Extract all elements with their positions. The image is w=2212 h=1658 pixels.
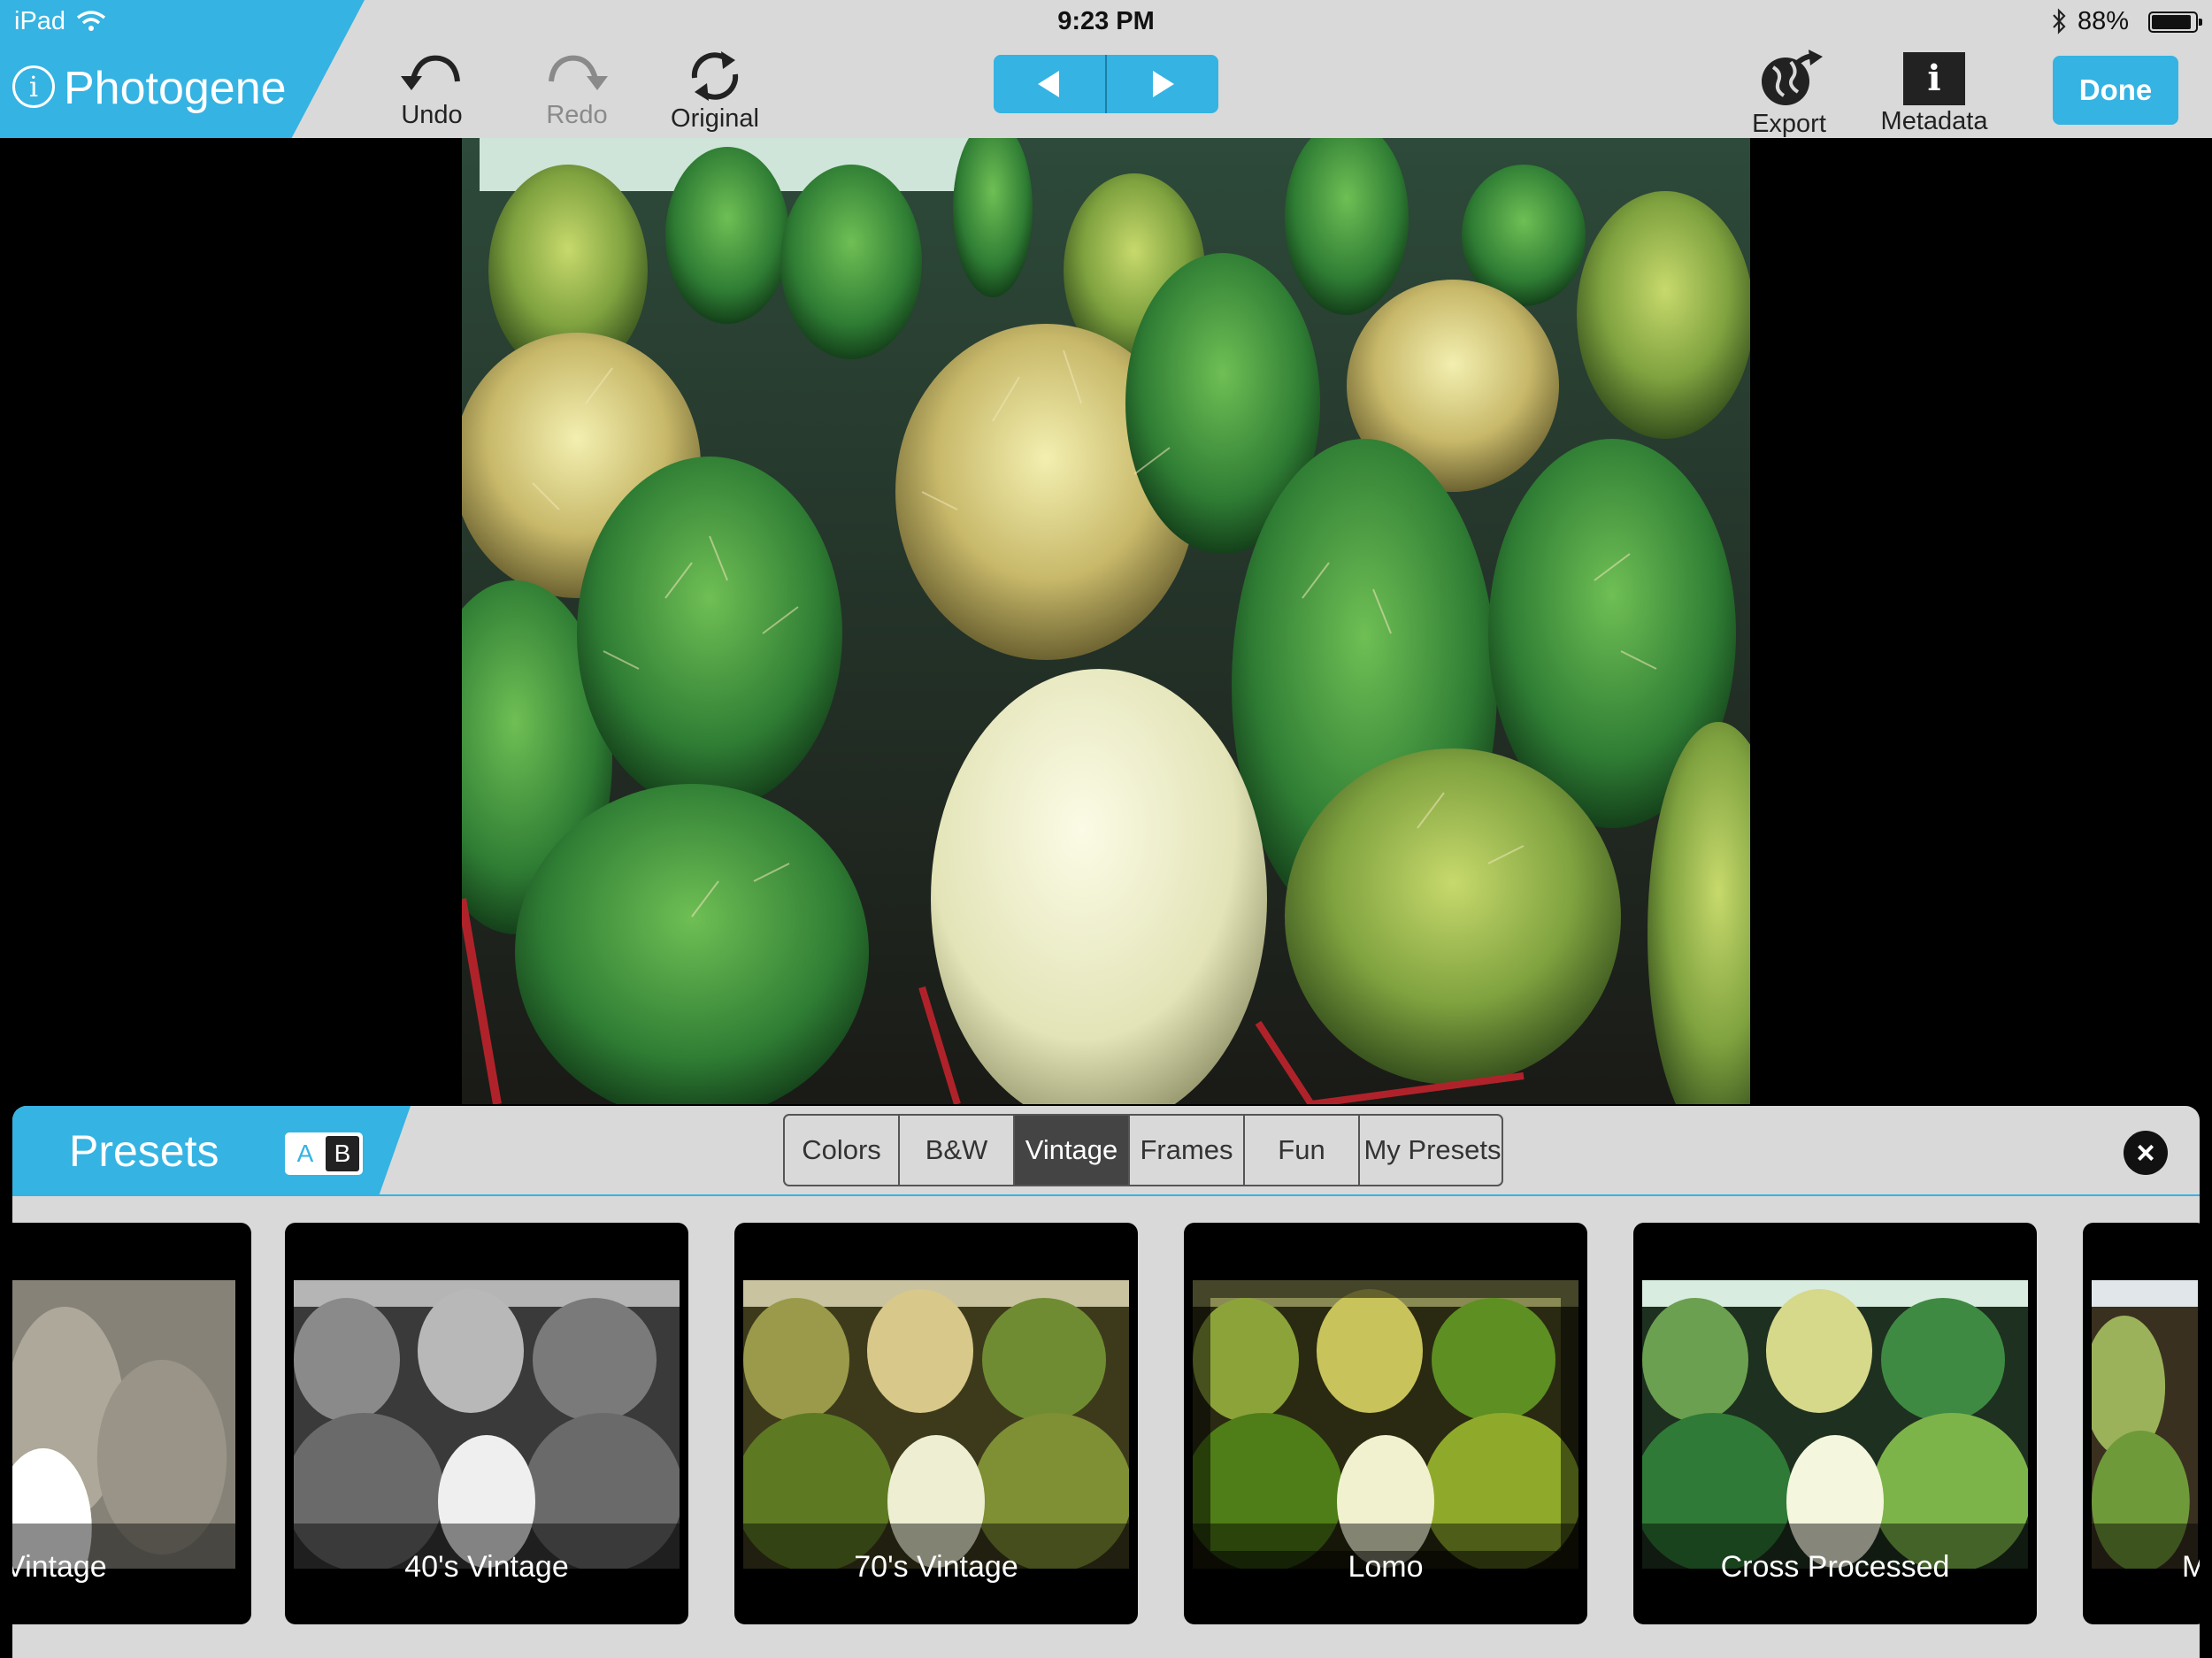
preset-thumbnail[interactable]: Cross Processed [1633, 1223, 2037, 1624]
preset-label: 40's Vintage [404, 1550, 569, 1584]
metadata-button[interactable]: i Metadata [1867, 50, 2001, 136]
bluetooth-icon [2053, 8, 2066, 35]
tab-bw[interactable]: B&W [900, 1116, 1015, 1185]
tab-frames[interactable]: Frames [1130, 1116, 1245, 1185]
ab-compare-toggle[interactable]: A B [285, 1132, 363, 1175]
status-bar: iPad 9:23 PM 88% [0, 0, 2212, 44]
undo-label: Undo [401, 101, 463, 129]
battery-icon [2148, 12, 2202, 33]
close-icon[interactable]: × [2124, 1131, 2168, 1175]
redo-button[interactable]: Redo [534, 50, 619, 130]
tab-my-presets[interactable]: My Presets [1360, 1116, 1502, 1185]
preset-label: 70's Vintage [854, 1550, 1018, 1584]
info-icon[interactable]: i [12, 65, 55, 108]
tab-colors[interactable]: Colors [785, 1116, 900, 1185]
preset-thumbnail[interactable]: Vintage [12, 1223, 251, 1624]
previous-image-button[interactable] [994, 55, 1107, 113]
preset-thumbnail[interactable]: 40's Vintage [285, 1223, 688, 1624]
export-button[interactable]: Export [1734, 50, 1844, 139]
preset-thumbnail[interactable]: 70's Vintage [734, 1223, 1138, 1624]
ab-option-b[interactable]: B [326, 1136, 359, 1171]
tab-vintage[interactable]: Vintage [1015, 1116, 1130, 1185]
redo-label: Redo [546, 101, 608, 129]
image-navigation [994, 55, 1218, 113]
preset-label: Cross Processed [1720, 1550, 1950, 1584]
category-tabs: Colors B&W Vintage Frames Fun My Presets [783, 1114, 1503, 1186]
tab-fun[interactable]: Fun [1245, 1116, 1360, 1185]
preset-thumbnail[interactable]: Lomo [1184, 1223, 1587, 1624]
ab-option-a[interactable]: A [288, 1136, 322, 1171]
revert-icon [691, 51, 739, 101]
original-label: Original [671, 104, 759, 133]
top-toolbar: i Photogene iPad 9:23 PM 88% Undo Redo O… [0, 0, 2212, 138]
app-name: Photogene [64, 63, 287, 114]
main-photo[interactable] [462, 138, 1750, 1104]
next-image-button[interactable] [1107, 55, 1218, 113]
presets-title: Presets [69, 1126, 219, 1176]
battery-percent: 88% [2078, 7, 2130, 35]
metadata-label: Metadata [1880, 107, 1988, 135]
preset-label: M [2182, 1550, 2200, 1584]
preset-thumbnail[interactable]: M [2083, 1223, 2200, 1624]
cactus-photo [462, 138, 1750, 1104]
status-time: 9:23 PM [1057, 7, 1155, 35]
undo-icon [401, 55, 460, 90]
redo-icon [549, 55, 608, 90]
original-button[interactable]: Original [662, 50, 768, 134]
globe-export-icon [1762, 50, 1823, 105]
triangle-left-icon [1038, 71, 1059, 97]
triangle-right-icon [1153, 71, 1174, 97]
presets-tab: Presets A B [12, 1106, 411, 1196]
preset-label: Lomo [1348, 1550, 1424, 1584]
preset-label: Vintage [12, 1550, 107, 1584]
export-label: Export [1752, 110, 1826, 138]
presets-panel: Presets A B Colors B&W Vintage Frames Fu… [12, 1106, 2200, 1658]
undo-button[interactable]: Undo [389, 50, 474, 130]
done-button[interactable]: Done [2053, 56, 2178, 125]
info-icon: i [1903, 52, 1965, 105]
